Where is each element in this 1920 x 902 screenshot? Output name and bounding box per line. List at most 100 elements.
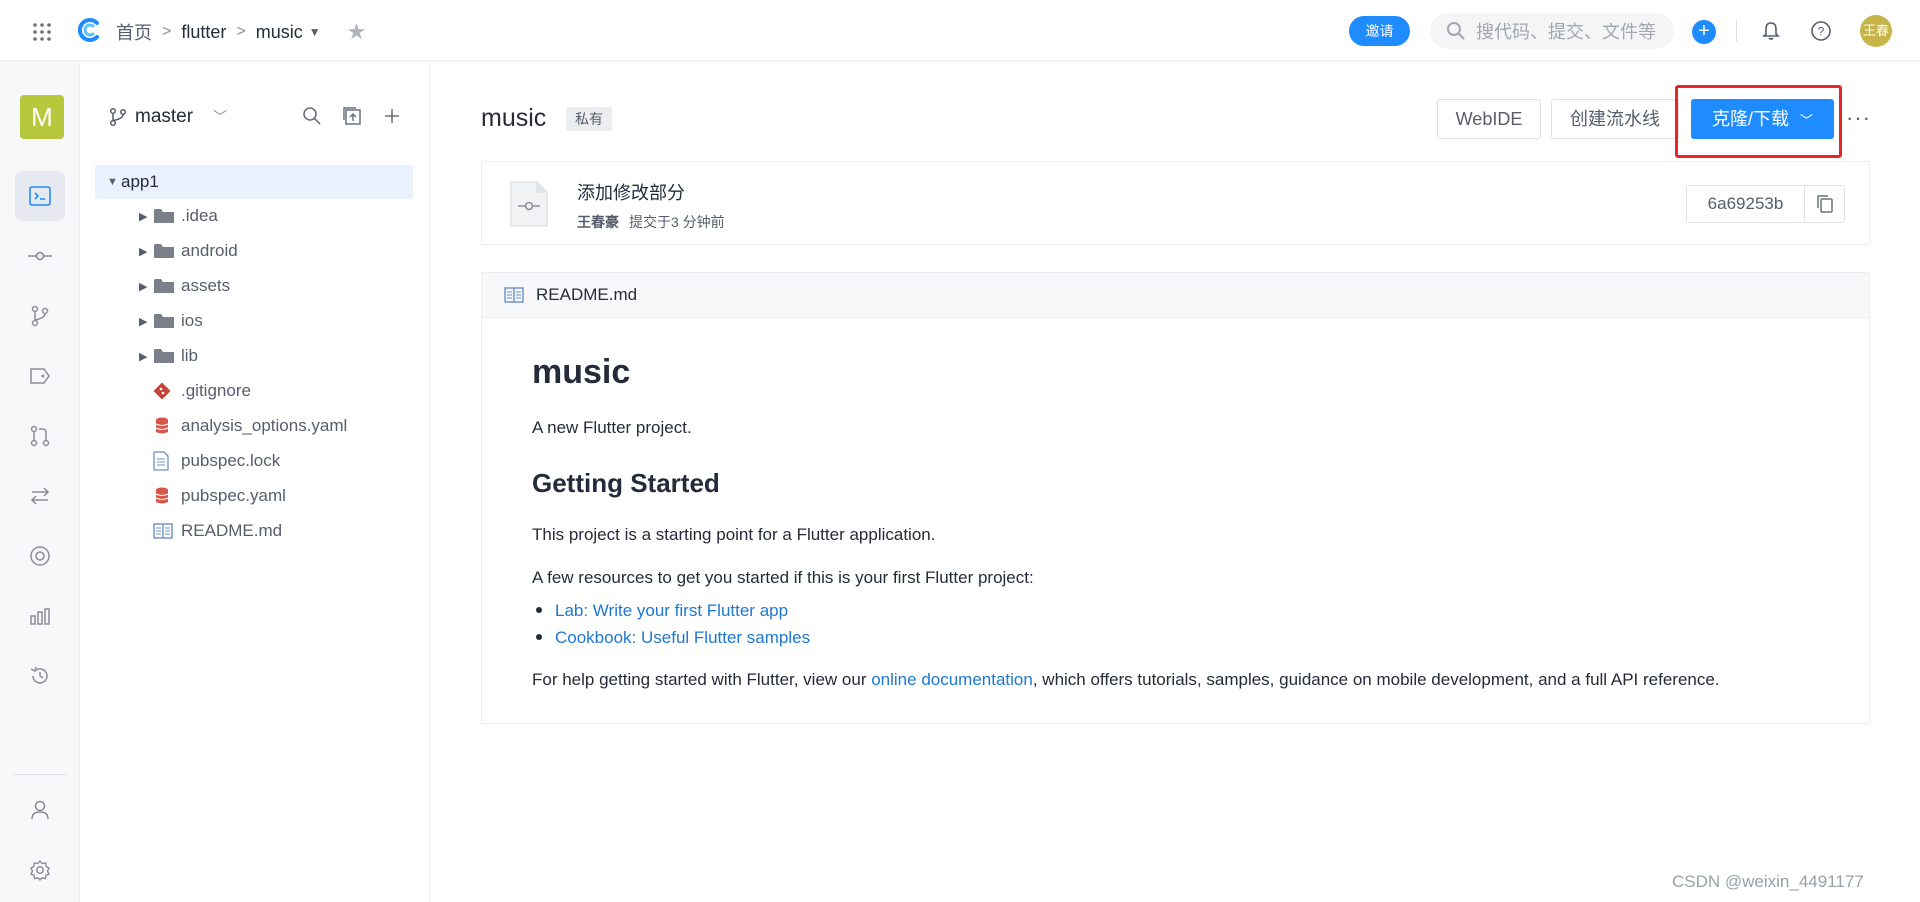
caret-down-icon: ▼ [107,176,118,188]
svg-text:?: ? [1818,25,1825,39]
history-icon[interactable] [15,651,65,701]
folder-icon [153,277,175,295]
star-icon[interactable]: ★ [347,19,367,45]
tree-node-label: pubspec.lock [181,451,281,470]
tree-file[interactable]: pubspec.yaml [153,479,286,513]
tree-node-label: assets [181,276,231,295]
commit-author: 王春豪 [577,214,619,230]
tree-node-label: app1 [121,172,159,191]
add-file-icon[interactable] [381,105,403,127]
tree-folder[interactable]: ▶ assets [139,269,230,303]
caret-right-icon: ▶ [139,245,148,258]
readme-h2: Getting Started [532,468,720,498]
app-grid-icon[interactable] [32,22,52,42]
help-icon[interactable]: ? [1810,20,1832,42]
tree-file[interactable]: analysis_options.yaml [153,409,347,443]
readme-text: , which offers tutorials, samples, guida… [1032,670,1720,689]
branch-icon[interactable] [15,291,65,341]
readme-paragraph: A few resources to get you started if th… [532,568,1034,587]
breadcrumb-project[interactable]: flutter [181,22,226,43]
caret-down-icon[interactable]: ▼ [309,25,321,39]
bell-icon[interactable] [1760,20,1782,42]
tree-file[interactable]: pubspec.lock [153,444,280,478]
tree-toolbar [301,105,403,127]
webide-button[interactable]: WebIDE [1437,99,1541,139]
codearts-logo-icon[interactable] [78,18,102,42]
yaml-file-icon [153,417,175,435]
folder-icon [153,347,175,365]
file-icon [153,451,175,471]
readme-panel: README.md music A new Flutter project. G… [481,272,1870,724]
members-icon[interactable] [15,785,65,835]
readme-h1: music [532,353,631,391]
latest-commit-card: 添加修改部分 王春豪 提交于3 分钟前 6a69253b [481,161,1870,245]
branch-icon [109,107,127,127]
search-input[interactable]: 搜代码、提交、文件等 [1430,13,1674,49]
tree-file[interactable]: .gitignore [153,374,251,408]
search-icon [1447,22,1465,40]
compare-icon[interactable] [15,471,65,521]
readme-text: For help getting started with Flutter, v… [532,670,872,689]
readme-link[interactable]: online documentation [871,670,1033,689]
invite-button[interactable]: 邀请 [1349,16,1410,46]
folder-icon [153,312,175,330]
tree-node-label: lib [181,346,199,365]
caret-right-icon: ▶ [139,280,148,293]
readme-header: README.md [482,273,1869,318]
upload-file-icon[interactable] [341,105,363,127]
tree-file[interactable]: README.md [153,514,282,548]
create-plus-icon[interactable]: + [1692,20,1716,44]
yaml-file-icon [153,487,175,505]
commit-hash-group: 6a69253b [1686,185,1845,223]
tag-icon[interactable] [15,351,65,401]
tree-folder[interactable]: ▶ lib [139,339,198,373]
activity-icon[interactable] [15,531,65,581]
divider [14,774,66,775]
commit-hash[interactable]: 6a69253b [1687,186,1805,222]
divider [1736,20,1737,42]
tree-folder[interactable]: ▶ ios [139,304,203,338]
tree-node-label: .gitignore [181,381,251,400]
readme-filename: README.md [536,285,638,304]
create-pipeline-button[interactable]: 创建流水线 [1551,99,1679,139]
more-icon[interactable]: ··· [1846,105,1871,131]
tree-folder[interactable]: ▶ .idea [139,199,218,233]
readme-icon [504,287,524,303]
bullet [536,634,542,640]
search-icon[interactable] [301,105,323,127]
folder-icon [153,242,175,260]
commit-file-icon [510,181,548,227]
copy-icon[interactable] [1805,186,1844,222]
settings-icon[interactable] [15,845,65,895]
readme-link[interactable]: Lab: Write your first Flutter app [555,601,788,620]
tree-node-label: .idea [181,206,218,225]
tree-root-folder[interactable]: ▼ app1 [95,165,413,199]
chevron-right-icon: > [236,23,246,40]
breadcrumb: 首页 > flutter > music ▼ ★ [116,19,366,45]
list-item: Lab: Write your first Flutter app [536,601,788,621]
stats-icon[interactable] [15,591,65,641]
bullet [536,607,542,613]
code-icon[interactable] [15,171,65,221]
readme-paragraph: This project is a starting point for a F… [532,525,936,544]
user-avatar[interactable]: 王春 [1860,15,1892,47]
branch-selector[interactable]: master ﹀ [109,106,227,128]
commit-icon[interactable] [15,231,65,281]
breadcrumb-repo[interactable]: music [256,22,303,43]
merge-request-icon[interactable] [15,411,65,461]
left-nav: M [0,61,80,902]
project-badge[interactable]: M [20,95,64,139]
tree-node-label: README.md [181,521,283,540]
caret-right-icon: ▶ [139,210,148,223]
chevron-down-icon: ﹀ [213,109,228,125]
clone-download-button[interactable]: 克隆/下载 ﹀ [1691,99,1834,139]
readme-link[interactable]: Cookbook: Useful Flutter samples [555,628,810,647]
caret-right-icon: ▶ [139,350,148,363]
visibility-badge: 私有 [566,107,612,131]
tree-folder[interactable]: ▶ android [139,234,238,268]
commit-time: 提交于3 分钟前 [629,214,725,230]
clone-label: 克隆/下载 [1711,109,1789,129]
readme-intro: A new Flutter project. [532,418,692,437]
breadcrumb-home[interactable]: 首页 [116,19,152,45]
commit-message[interactable]: 添加修改部分 [577,179,685,205]
